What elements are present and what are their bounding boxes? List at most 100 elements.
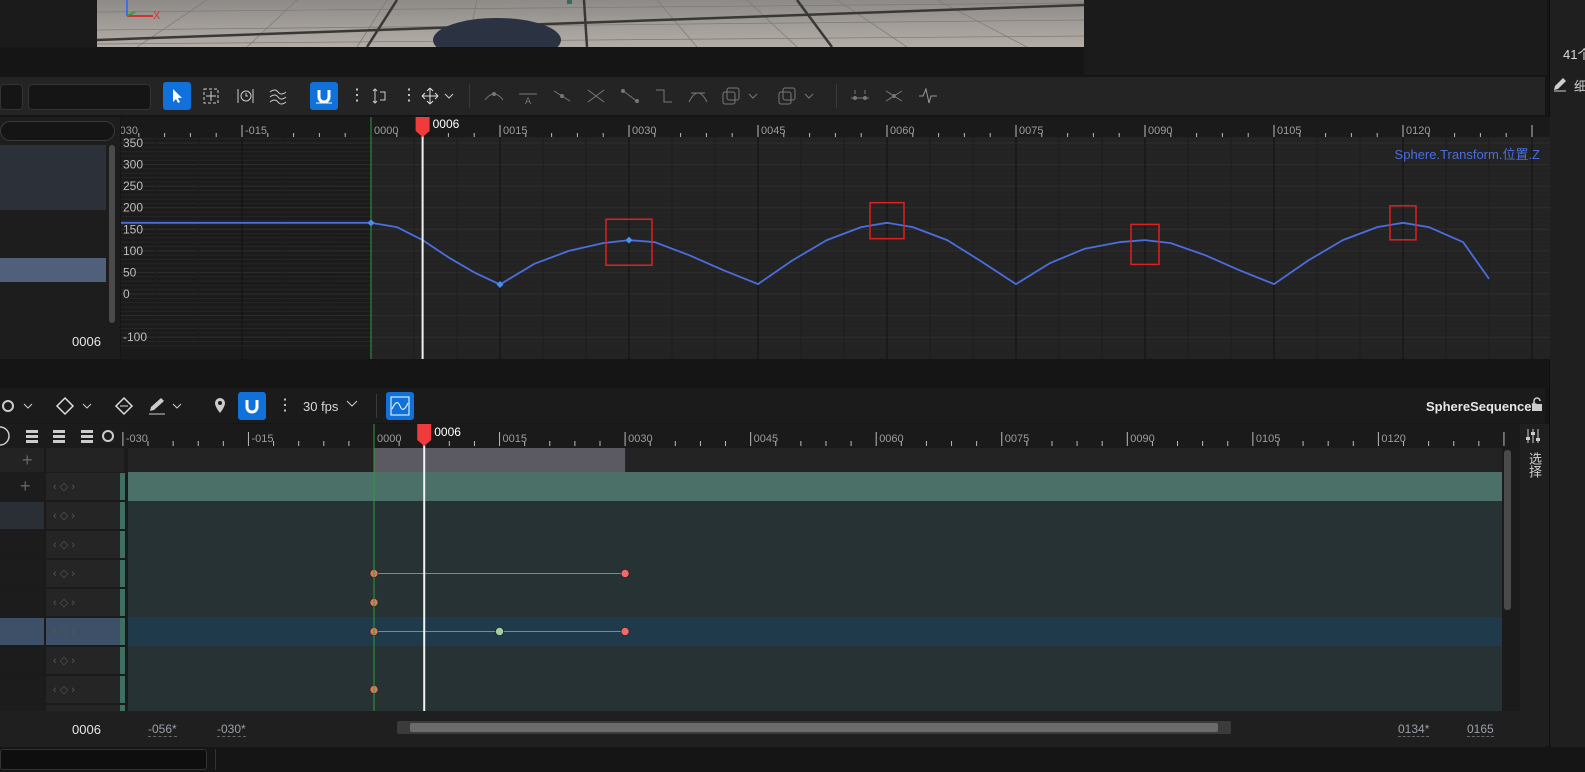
- straighten-button[interactable]: [880, 82, 908, 110]
- tangent-break-button[interactable]: [582, 82, 610, 110]
- select-tool-button[interactable]: [163, 82, 191, 110]
- track-name-cell[interactable]: [0, 647, 44, 674]
- curve-tree-search[interactable]: [0, 121, 115, 141]
- tangent-flat-button[interactable]: [684, 82, 712, 110]
- key-dropdown[interactable]: [55, 392, 95, 420]
- sequencer-snap-button[interactable]: [238, 392, 266, 420]
- tangent-step-button[interactable]: [650, 82, 678, 110]
- add-track-icon: +: [22, 450, 33, 470]
- lock-open-icon[interactable]: [1530, 396, 1544, 412]
- track-timeline[interactable]: [128, 588, 1502, 617]
- keyframe[interactable]: [495, 627, 504, 636]
- track-timeline[interactable]: [128, 675, 1502, 704]
- details-tab-label[interactable]: 细: [1574, 76, 1585, 95]
- snap-options-icon[interactable]: ⋮: [277, 396, 293, 416]
- icon-bar: [53, 430, 65, 433]
- snap-toggle-button[interactable]: [310, 82, 338, 110]
- toolbar-separator: [376, 394, 377, 418]
- tangent-user-button[interactable]: [548, 82, 576, 110]
- multi-curve-button[interactable]: [264, 82, 292, 110]
- list-compact-icon[interactable]: [26, 430, 38, 443]
- track-timeline[interactable]: [128, 704, 1502, 711]
- chevron-down-icon[interactable]: [345, 396, 359, 410]
- track-timeline[interactable]: [128, 501, 1502, 530]
- marker-button[interactable]: [206, 392, 234, 420]
- section-bar[interactable]: [374, 448, 626, 472]
- pre-infinity-dropdown[interactable]: [718, 82, 762, 110]
- list-full-icon[interactable]: [81, 430, 93, 443]
- curve-tree-scrollbar[interactable]: [109, 145, 115, 323]
- curve-graph[interactable]: -030-01500000015003000450060007500900105…: [121, 117, 1550, 359]
- y-axis-label: 50: [123, 265, 137, 279]
- snap-magnet-icon: [245, 400, 259, 414]
- curve-tree-item[interactable]: [0, 145, 106, 210]
- curve-search-field[interactable]: [28, 84, 151, 110]
- retime-tool-button[interactable]: [231, 82, 259, 110]
- y-axis-label: 250: [123, 179, 143, 193]
- pre-infinity-icon: [722, 87, 758, 105]
- edit-mode-dropdown[interactable]: [147, 392, 187, 420]
- playback-end-field[interactable]: 0134*: [1398, 722, 1430, 737]
- normalize-button[interactable]: [366, 82, 394, 110]
- curve-editor-toggle-button[interactable]: [386, 392, 414, 420]
- pencil-icon[interactable]: [1552, 76, 1568, 92]
- track-name-cell[interactable]: [0, 531, 44, 558]
- track-name-cell[interactable]: [0, 618, 44, 645]
- axis-x-label: X: [153, 10, 161, 22]
- view-end-field[interactable]: 0165: [1467, 722, 1494, 737]
- track-timeline[interactable]: [128, 617, 1502, 646]
- tangent-auto-icon: [484, 92, 504, 101]
- curve-tree-item-selected[interactable]: [0, 258, 106, 282]
- view-start-field[interactable]: -056*: [148, 722, 177, 737]
- track-name-cell[interactable]: [0, 560, 44, 587]
- console-input[interactable]: [0, 749, 207, 770]
- icon-bar: [53, 440, 65, 443]
- track-timeline[interactable]: [128, 472, 1502, 501]
- keyframe[interactable]: [620, 569, 630, 578]
- track-timeline[interactable]: [128, 530, 1502, 559]
- selection-tab-label[interactable]: 选择: [1524, 452, 1544, 478]
- timeline-scroll-thumb[interactable]: [410, 723, 1218, 732]
- tangent-linear-button[interactable]: [616, 82, 644, 110]
- post-infinity-icon: [778, 87, 814, 105]
- actor-add-dropdown[interactable]: [0, 392, 36, 420]
- level-viewport[interactable]: X: [97, 0, 1084, 47]
- track-name-cell[interactable]: [0, 502, 44, 529]
- ruler-label: 0105: [1277, 125, 1301, 137]
- straighten-icon: [885, 90, 903, 102]
- track-timeline[interactable]: [128, 646, 1502, 675]
- track-scrollbar[interactable]: [1504, 450, 1511, 610]
- frame-rate-dropdown[interactable]: 30 fps: [303, 399, 338, 414]
- sliders-icon[interactable]: [1524, 428, 1542, 444]
- tangent-auto-button[interactable]: [480, 82, 508, 110]
- track-name-cell[interactable]: [0, 589, 44, 616]
- playback-start-field[interactable]: -030*: [217, 722, 246, 737]
- filter-button[interactable]: [914, 82, 942, 110]
- ruler-label: 0075: [1019, 125, 1043, 137]
- sequencer-track-area[interactable]: -030 -015 0000 0015 0030 0045 0060 0075 0090 0105…: [0, 424, 1550, 711]
- curve-name-label: Sphere.Transform.位置.Z: [1395, 147, 1541, 162]
- curve-current-frame: 0006: [72, 334, 101, 349]
- multi-curve-icon: [269, 89, 287, 105]
- post-infinity-dropdown[interactable]: [774, 82, 818, 110]
- sequencer-current-frame: 0006: [72, 722, 101, 737]
- autokey-button[interactable]: [110, 392, 138, 420]
- curve-filter-field[interactable]: [0, 84, 23, 110]
- move-mode-dropdown[interactable]: [418, 82, 458, 110]
- actor-gear-icon: [2, 400, 33, 412]
- icon-bar: [26, 435, 38, 438]
- flatten-button[interactable]: [846, 82, 874, 110]
- snap-options-icon[interactable]: ⋮: [349, 86, 365, 106]
- icon-bar: [53, 435, 65, 438]
- transform-tool-button[interactable]: [197, 82, 225, 110]
- track-name-cell[interactable]: [0, 676, 44, 703]
- tangent-a-button[interactable]: A: [514, 82, 542, 110]
- normalize-options-icon[interactable]: ⋮: [401, 86, 417, 106]
- track-timeline[interactable]: [128, 559, 1502, 588]
- list-medium-icon[interactable]: [53, 430, 65, 443]
- icon-bar: [26, 430, 38, 433]
- location-pin-icon: [215, 398, 225, 413]
- keyframe[interactable]: [620, 627, 630, 636]
- ruler-label: 0045: [754, 433, 778, 445]
- icon-bar: [81, 430, 93, 433]
